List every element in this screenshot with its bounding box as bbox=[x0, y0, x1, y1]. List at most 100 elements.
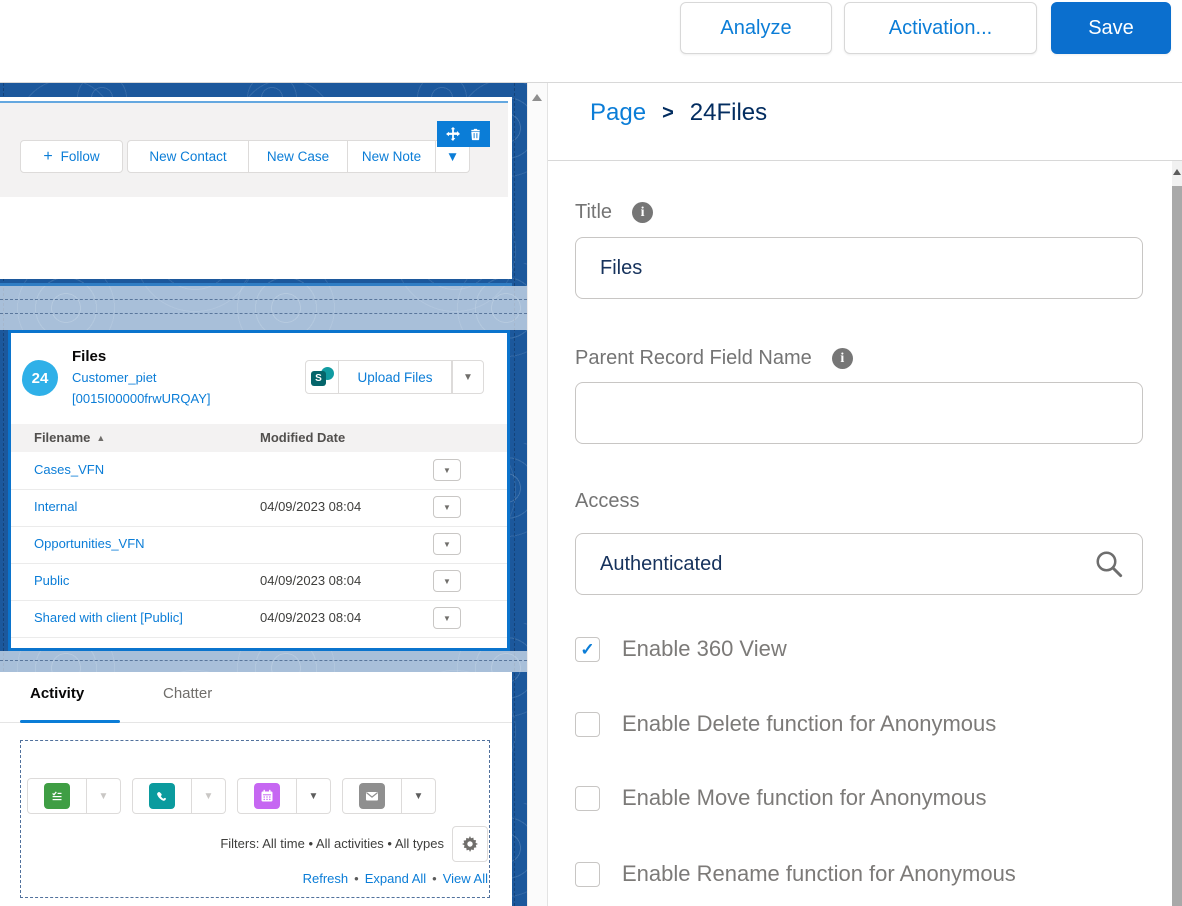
active-tab-underline bbox=[20, 720, 120, 723]
modified-date: 04/09/2023 08:04 bbox=[260, 499, 361, 514]
page-preview-panel: + Follow New Contact New Case New Note ▼ bbox=[0, 83, 527, 906]
new-task-button-group: ▼ bbox=[27, 778, 121, 814]
enable-rename-anonymous-checkbox-row[interactable]: ✓ Enable Rename function for Anonymous bbox=[575, 861, 1016, 887]
checkbox[interactable]: ✓ bbox=[575, 637, 600, 662]
new-note-button[interactable]: New Note bbox=[348, 140, 436, 173]
email-dropdown[interactable]: ▼ bbox=[402, 778, 436, 814]
activation-button[interactable]: Activation... bbox=[844, 2, 1037, 54]
upload-files-button[interactable]: Upload Files bbox=[339, 360, 452, 394]
log-call-button[interactable] bbox=[132, 778, 192, 814]
scrollbar-thumb[interactable] bbox=[1172, 186, 1182, 906]
follow-button[interactable]: + Follow bbox=[20, 140, 123, 173]
checkbox[interactable]: ✓ bbox=[575, 862, 600, 887]
row-actions-dropdown[interactable]: ▼ bbox=[433, 533, 461, 555]
log-call-dropdown[interactable]: ▼ bbox=[192, 778, 226, 814]
activity-filters-text: Filters: All time • All activities • All… bbox=[21, 836, 444, 851]
breadcrumb-current: 24Files bbox=[690, 99, 767, 127]
component-toolbar-overlay bbox=[437, 121, 490, 147]
activity-composer-region: ▼ ▼ ▼ bbox=[20, 740, 490, 898]
file-link[interactable]: Shared with client [Public] bbox=[34, 610, 183, 625]
title-input[interactable] bbox=[575, 237, 1143, 299]
chevron-down-icon: ▼ bbox=[204, 791, 214, 802]
analyze-button[interactable]: Analyze bbox=[680, 2, 832, 54]
inspector-scrollbar[interactable] bbox=[1172, 161, 1182, 906]
chevron-down-icon: ▼ bbox=[443, 577, 451, 586]
activity-links: Refresh•Expand All•View All bbox=[21, 871, 488, 886]
checkbox-label: Enable Move function for Anonymous bbox=[622, 785, 986, 811]
upload-dropdown-button[interactable]: ▼ bbox=[452, 360, 484, 394]
file-link[interactable]: Cases_VFN bbox=[34, 462, 104, 477]
email-button[interactable] bbox=[342, 778, 402, 814]
table-row: Public 04/09/2023 08:04 ▼ bbox=[11, 563, 507, 601]
refresh-link[interactable]: Refresh bbox=[303, 871, 349, 886]
chevron-down-icon: ▼ bbox=[443, 540, 451, 549]
files-card-title: Files bbox=[72, 348, 106, 365]
files-24-badge-icon: 24 bbox=[22, 360, 58, 396]
modified-date: 04/09/2023 08:04 bbox=[260, 573, 361, 588]
column-modified-date[interactable]: Modified Date bbox=[260, 430, 345, 445]
access-input[interactable] bbox=[575, 533, 1143, 595]
component-gap bbox=[0, 651, 527, 672]
new-contact-button[interactable]: New Contact bbox=[127, 140, 249, 173]
new-task-button[interactable] bbox=[27, 778, 87, 814]
link-separator: • bbox=[432, 871, 437, 886]
chevron-down-icon: ▼ bbox=[414, 791, 424, 802]
tab-activity[interactable]: Activity bbox=[30, 685, 84, 702]
breadcrumb-divider bbox=[548, 160, 1182, 161]
preview-scrollbar[interactable] bbox=[527, 83, 547, 906]
column-filename[interactable]: Filename bbox=[34, 430, 90, 445]
file-link[interactable]: Public bbox=[34, 573, 69, 588]
row-actions-dropdown[interactable]: ▼ bbox=[433, 607, 461, 629]
save-button[interactable]: Save bbox=[1051, 2, 1171, 54]
scroll-up-arrow-icon[interactable] bbox=[532, 94, 542, 101]
email-button-group: ▼ bbox=[342, 778, 436, 814]
sharepoint-button[interactable]: S bbox=[305, 360, 339, 394]
chevron-down-icon: ▼ bbox=[446, 149, 459, 164]
move-icon[interactable] bbox=[446, 127, 460, 141]
breadcrumb-page-link[interactable]: Page bbox=[590, 99, 646, 127]
sort-ascending-icon: ▲ bbox=[96, 433, 105, 443]
follow-label: Follow bbox=[61, 149, 100, 164]
row-actions-dropdown[interactable]: ▼ bbox=[433, 570, 461, 592]
files-table-header: Filename ▲ Modified Date bbox=[11, 424, 507, 452]
component-properties-panel: Page > 24Files Title i Parent Record Fie… bbox=[548, 83, 1182, 906]
enable-360-view-checkbox-row[interactable]: ✓ Enable 360 View bbox=[575, 636, 787, 662]
file-link[interactable]: Internal bbox=[34, 499, 77, 514]
file-link[interactable]: Opportunities_VFN bbox=[34, 536, 145, 551]
task-icon bbox=[44, 783, 70, 809]
trash-icon[interactable] bbox=[469, 128, 482, 141]
info-icon[interactable]: i bbox=[832, 348, 853, 369]
record-link[interactable]: Customer_piet bbox=[72, 370, 157, 385]
checkbox-label: Enable Rename function for Anonymous bbox=[622, 861, 1016, 887]
search-icon[interactable] bbox=[1094, 549, 1124, 579]
tab-chatter[interactable]: Chatter bbox=[163, 685, 212, 702]
enable-move-anonymous-checkbox-row[interactable]: ✓ Enable Move function for Anonymous bbox=[575, 785, 986, 811]
row-actions-dropdown[interactable]: ▼ bbox=[433, 459, 461, 481]
record-id-text: [0015I00000frwURQAY] bbox=[72, 391, 211, 406]
log-call-button-group: ▼ bbox=[132, 778, 226, 814]
table-row: Shared with client [Public] 04/09/2023 0… bbox=[11, 600, 507, 638]
new-event-button[interactable] bbox=[237, 778, 297, 814]
record-headline-component[interactable]: + Follow New Contact New Case New Note ▼ bbox=[0, 97, 512, 279]
checkbox[interactable]: ✓ bbox=[575, 712, 600, 737]
record-card-body bbox=[0, 197, 508, 275]
scroll-up-arrow-icon[interactable] bbox=[1173, 169, 1181, 175]
view-all-link[interactable]: View All bbox=[443, 871, 488, 886]
check-icon: ✓ bbox=[580, 641, 594, 658]
new-case-button[interactable]: New Case bbox=[249, 140, 348, 173]
enable-delete-anonymous-checkbox-row[interactable]: ✓ Enable Delete function for Anonymous bbox=[575, 711, 996, 737]
checkbox[interactable]: ✓ bbox=[575, 786, 600, 811]
info-icon[interactable]: i bbox=[632, 202, 653, 223]
files-component[interactable]: 24 Files Customer_piet [0015I00000frwURQ… bbox=[8, 330, 510, 651]
event-dropdown[interactable]: ▼ bbox=[297, 778, 331, 814]
parent-record-field-input[interactable] bbox=[575, 382, 1143, 444]
task-dropdown[interactable]: ▼ bbox=[87, 778, 121, 814]
expand-all-link[interactable]: Expand All bbox=[365, 871, 426, 886]
checkbox-label: Enable 360 View bbox=[622, 636, 787, 662]
activity-settings-button[interactable] bbox=[452, 826, 488, 862]
checkbox-label: Enable Delete function for Anonymous bbox=[622, 711, 996, 737]
table-row: Internal 04/09/2023 08:04 ▼ bbox=[11, 489, 507, 527]
chevron-down-icon: ▼ bbox=[309, 791, 319, 802]
row-actions-dropdown[interactable]: ▼ bbox=[433, 496, 461, 518]
breadcrumb-separator-icon: > bbox=[662, 102, 674, 125]
